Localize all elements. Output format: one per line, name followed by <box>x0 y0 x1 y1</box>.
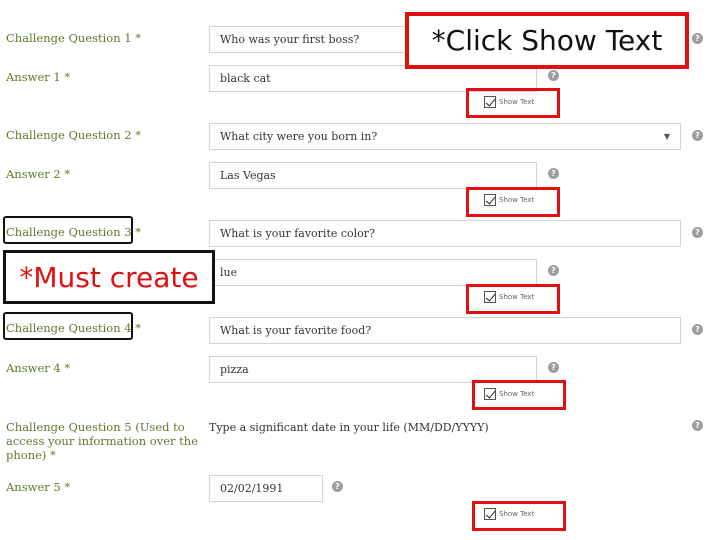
show-text-highlight-2 <box>466 187 560 217</box>
challenge-question-2-value: What city were you born in? <box>220 130 378 143</box>
answer-1-label: Answer 1 * <box>6 70 71 84</box>
challenge-question-1-label: Challenge Question 1 * <box>6 31 142 45</box>
challenge-question-5-label-line: access your information over the <box>6 434 199 448</box>
answer-5-help-icon[interactable]: ? <box>332 481 343 492</box>
question-1-help-icon[interactable]: ? <box>692 33 703 44</box>
answer-4-help-icon[interactable]: ? <box>548 362 559 373</box>
question-5-help-icon[interactable]: ? <box>692 420 703 431</box>
challenge-question-5-label-line: phone) * <box>6 448 56 462</box>
show-text-highlight-5 <box>472 501 566 531</box>
challenge-question-5-label: Challenge Question 5 (Used to access you… <box>6 420 198 462</box>
question-4-help-icon[interactable]: ? <box>692 324 703 335</box>
answer-5-input[interactable]: 02/02/1991 <box>209 475 323 502</box>
answer-2-label: Answer 2 * <box>6 167 71 181</box>
answer-5-label: Answer 5 * <box>6 480 71 494</box>
show-text-highlight-1 <box>466 88 560 118</box>
answer-1-help-icon[interactable]: ? <box>548 70 559 81</box>
show-text-highlight-3 <box>466 284 560 314</box>
answer-2-input[interactable]: Las Vegas <box>209 162 537 189</box>
question-4-highlight <box>3 312 133 340</box>
challenge-question-1-input[interactable]: Who was your first boss? <box>209 26 409 53</box>
answer-3-input[interactable]: lue <box>209 259 537 286</box>
challenge-question-4-input[interactable]: What is your favorite food? <box>209 317 681 344</box>
answer-4-input[interactable]: pizza <box>209 356 537 383</box>
must-create-callout: *Must create <box>3 250 215 304</box>
answer-3-help-icon[interactable]: ? <box>548 265 559 276</box>
question-3-help-icon[interactable]: ? <box>692 227 703 238</box>
challenge-question-2-select[interactable]: What city were you born in? ▼ <box>209 123 681 150</box>
question-2-help-icon[interactable]: ? <box>692 130 703 141</box>
caret-down-icon: ▼ <box>663 132 670 141</box>
show-text-highlight-4 <box>472 380 566 410</box>
answer-4-label: Answer 4 * <box>6 361 71 375</box>
challenge-question-5-label-line: Challenge Question 5 (Used to <box>6 420 185 434</box>
answer-2-help-icon[interactable]: ? <box>548 168 559 179</box>
challenge-question-5-prompt: Type a significant date in your life (MM… <box>209 421 489 434</box>
question-3-highlight <box>3 216 133 244</box>
challenge-question-3-input[interactable]: What is your favorite color? <box>209 220 681 247</box>
click-show-text-callout: *Click Show Text <box>405 12 689 69</box>
challenge-question-2-label: Challenge Question 2 * <box>6 128 142 142</box>
